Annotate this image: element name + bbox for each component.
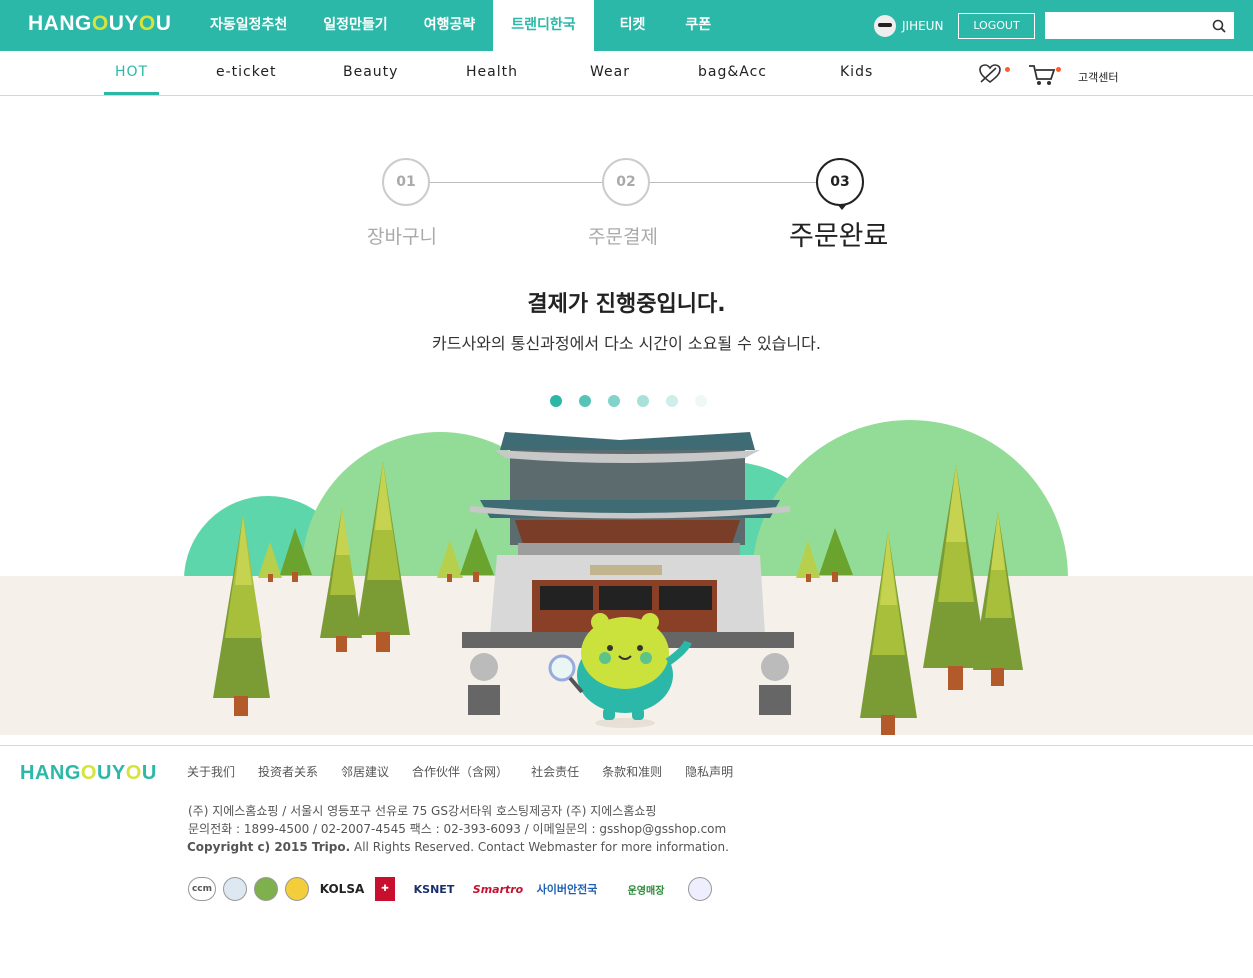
footer-divider xyxy=(0,745,1253,746)
company-address: (주) 지에스홈쇼핑 / 서울시 영등포구 선유로 75 GS강서타워 호스팅제… xyxy=(188,804,657,818)
category-bag-acc[interactable]: bag&Acc xyxy=(698,64,767,80)
palace-illustration xyxy=(0,410,1253,736)
search-icon[interactable] xyxy=(1212,18,1226,37)
loading-dot xyxy=(666,395,678,407)
step-2-circle: 02 xyxy=(602,158,650,206)
footer-link-partners[interactable]: 合作伙伴（含网） xyxy=(412,763,508,780)
search-input[interactable] xyxy=(1045,12,1205,39)
badge-seal-4 xyxy=(688,877,712,901)
footer-link-terms[interactable]: 条款和准则 xyxy=(602,763,662,780)
badge-seal-2 xyxy=(254,877,278,901)
category-hot[interactable]: HOT xyxy=(115,64,148,80)
category-health[interactable]: Health xyxy=(466,64,518,80)
user-info[interactable]: JIHEUN xyxy=(874,15,943,37)
footer-logo[interactable]: HANGOUYOU xyxy=(20,762,157,785)
cart-icon[interactable] xyxy=(1028,63,1056,91)
badge-seal-1 xyxy=(223,877,247,901)
main-nav: 자동일정추천 일정만들기 여행공략 트랜디한국 티켓 쿠폰 xyxy=(192,0,725,51)
badge-ksnet: KSNET xyxy=(413,882,455,896)
footer-link-about[interactable]: 关于我们 xyxy=(187,763,235,780)
step-1-label: 장바구니 xyxy=(367,226,437,248)
customer-center-link[interactable]: 고객센터 xyxy=(1078,69,1118,85)
category-nav: HOT e-ticket Beauty Health Wear bag&Acc … xyxy=(0,51,1253,96)
nav-item-travel-guide[interactable]: 여행공략 xyxy=(406,0,494,51)
category-eticket[interactable]: e-ticket xyxy=(216,64,276,80)
loading-dot xyxy=(637,395,649,407)
footer-link-privacy[interactable]: 隐私声明 xyxy=(685,763,733,780)
site-logo[interactable]: HANGOUYOU xyxy=(28,12,171,36)
loading-dot xyxy=(608,395,620,407)
company-contact: 문의전화 : 1899-4500 / 02-2007-4545 팩스 : 02-… xyxy=(188,822,727,836)
footer-link-investors[interactable]: 投资者关系 xyxy=(258,763,318,780)
badge-seal-3 xyxy=(285,877,309,901)
order-steps: 01 02 03 장바구니 주문결제 주문완료 xyxy=(0,150,1253,260)
username: JIHEUN xyxy=(902,19,944,33)
wishlist-icon[interactable] xyxy=(978,63,1002,89)
step-3-label: 주문완료 xyxy=(789,221,889,252)
company-info: (주) 지에스홈쇼핑 / 서울시 영등포구 선유로 75 GS강서타워 호스팅제… xyxy=(187,802,729,856)
copyright: Copyright c) 2015 Tripo. All Rights Rese… xyxy=(187,840,729,854)
category-wear[interactable]: Wear xyxy=(590,64,630,80)
nav-item-ticket[interactable]: 티켓 xyxy=(594,0,672,51)
loading-indicator xyxy=(550,395,724,407)
badge-hanaro: ✚ xyxy=(375,877,395,901)
footer-link-social[interactable]: 社会责任 xyxy=(531,763,579,780)
step-2-label: 주문결제 xyxy=(588,226,658,248)
active-category-indicator xyxy=(104,92,159,95)
cart-notify-dot xyxy=(1056,67,1061,72)
step-connector xyxy=(650,182,816,183)
avatar xyxy=(874,15,896,37)
category-beauty[interactable]: Beauty xyxy=(343,64,398,80)
category-kids[interactable]: Kids xyxy=(840,64,873,80)
top-bar: HANGOUYOU 자동일정추천 일정만들기 여행공략 트랜디한국 티켓 쿠폰 … xyxy=(0,0,1253,51)
nav-item-auto-schedule[interactable]: 자동일정추천 xyxy=(192,0,305,51)
step-connector xyxy=(430,182,602,183)
status-title: 결제가 진행중입니다. xyxy=(527,292,726,317)
badge-operating-store: 운영매장 xyxy=(627,885,665,897)
loading-dot xyxy=(579,395,591,407)
certification-badges: ccm KOLSA ✚ KSNET Smartro 사이버안전국 운영매장 xyxy=(188,877,719,901)
search-box xyxy=(1045,12,1234,39)
nav-item-coupon[interactable]: 쿠폰 xyxy=(671,0,725,51)
step-1-circle: 01 xyxy=(382,158,430,206)
nav-item-trendy-korea[interactable]: 트랜디한국 xyxy=(493,0,594,51)
loading-dot xyxy=(550,395,562,407)
loading-dot xyxy=(695,395,707,407)
footer-links: 关于我们 投资者关系 邻居建议 合作伙伴（含网） 社会责任 条款和准则 隐私声明 xyxy=(187,763,756,780)
badge-smartro: Smartro xyxy=(472,882,524,896)
badge-cyber-safety: 사이버안전국 xyxy=(536,883,598,896)
nav-item-make-schedule[interactable]: 일정만들기 xyxy=(305,0,405,51)
step-3-circle: 03 xyxy=(816,158,864,210)
logout-button[interactable]: LOGOUT xyxy=(958,13,1035,39)
status-subtitle: 카드사와의 통신과정에서 다소 시간이 소요될 수 있습니다. xyxy=(432,334,821,353)
footer-link-suggestions[interactable]: 邻居建议 xyxy=(341,763,389,780)
wishlist-notify-dot xyxy=(1005,67,1010,72)
badge-kolsa: KOLSA xyxy=(319,882,365,896)
badge-ccm: ccm xyxy=(188,877,216,901)
